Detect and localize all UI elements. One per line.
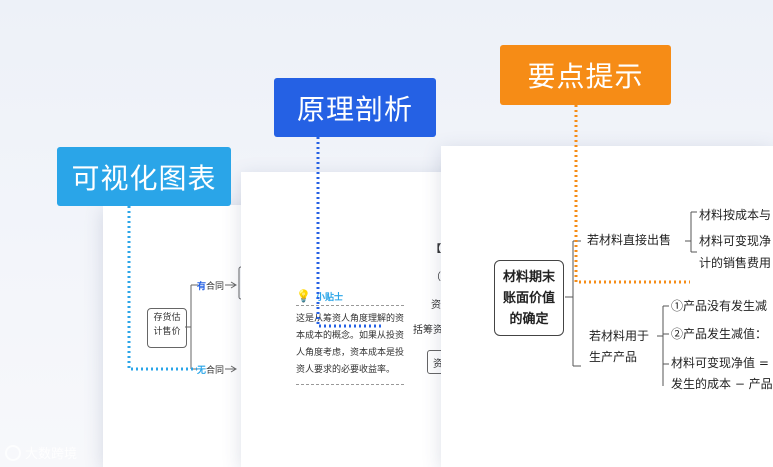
watermark: 大数跨境	[5, 443, 77, 462]
tip-header: 💡 小贴士	[296, 289, 343, 303]
lightbulb-icon: 💡	[296, 289, 311, 303]
side-text: 【 （ 资	[431, 236, 441, 320]
watermark-logo-icon	[5, 444, 21, 461]
principle-analysis-label: 原理剖析	[274, 78, 436, 137]
branch-production-line: 若材料用于	[589, 329, 650, 343]
side-text-2: 括筹资	[413, 325, 443, 336]
side-char: （	[431, 272, 441, 283]
branch-direct-sale: 若材料直接出售	[587, 233, 672, 247]
branch-item: 计的销售费用	[699, 256, 772, 270]
visual-chart-label: 可视化图表	[57, 147, 231, 206]
branch-direct-items: 材料按成本与 材料可变现净 计的销售费用	[699, 204, 771, 274]
branch-item: 材料可变现净值 =	[671, 356, 769, 370]
tip-bottom-rule	[296, 384, 404, 385]
branch-production-items: ①产品没有发生减 ②产品发生减值： 材料可变现净值 = 发生的成本 − 产品	[671, 296, 773, 395]
branch-item: ②产品发生减值：	[671, 327, 768, 341]
branch-production: 若材料用于 生产产品	[589, 326, 649, 368]
document-page-principle: 💡 小贴士 这是从筹资人角度理解的资 本成本的概念。如果从投资 人角度考虑，资本…	[241, 172, 471, 467]
tip-line: 资人要求的必要收益率。	[296, 365, 396, 375]
branch-item: 发生的成本 − 产品	[671, 377, 773, 391]
branch-bottom-label: 无合同	[197, 363, 224, 376]
tip-title: 小贴士	[315, 292, 343, 303]
branch-top-suffix: 合同	[206, 282, 225, 292]
branch-top-prefix: 有	[197, 282, 207, 292]
branch-bottom-suffix: 合同	[206, 366, 225, 376]
tip-line: 本成本的概念。如果从投资	[296, 331, 405, 341]
key-points-label: 要点提示	[500, 45, 671, 105]
watermark-text: 大数跨境	[25, 447, 78, 462]
branch-production-line: 生产产品	[589, 350, 638, 364]
tip-line: 人角度考虑，资本成本是投	[296, 348, 405, 358]
tip-body: 这是从筹资人角度理解的资 本成本的概念。如果从投资 人角度考虑，资本成本是投 资…	[296, 311, 408, 379]
branch-item: ①产品没有发生减	[671, 299, 768, 313]
branch-item: 材料可变现净	[699, 234, 772, 248]
tip-top-rule	[296, 305, 404, 306]
tip-line: 这是从筹资人角度理解的资	[296, 314, 405, 324]
side-char: 【	[431, 244, 441, 255]
branch-bottom-prefix: 无	[197, 366, 207, 376]
document-page-keypoints: 材料期末 账面价值 的确定 若材料直接出售 材料按成本与 材料可变现净 计的销售…	[441, 146, 773, 467]
branch-item: 材料按成本与	[699, 208, 772, 222]
branch-top-label: 有合同	[197, 279, 224, 292]
side-char: 资	[431, 300, 441, 311]
